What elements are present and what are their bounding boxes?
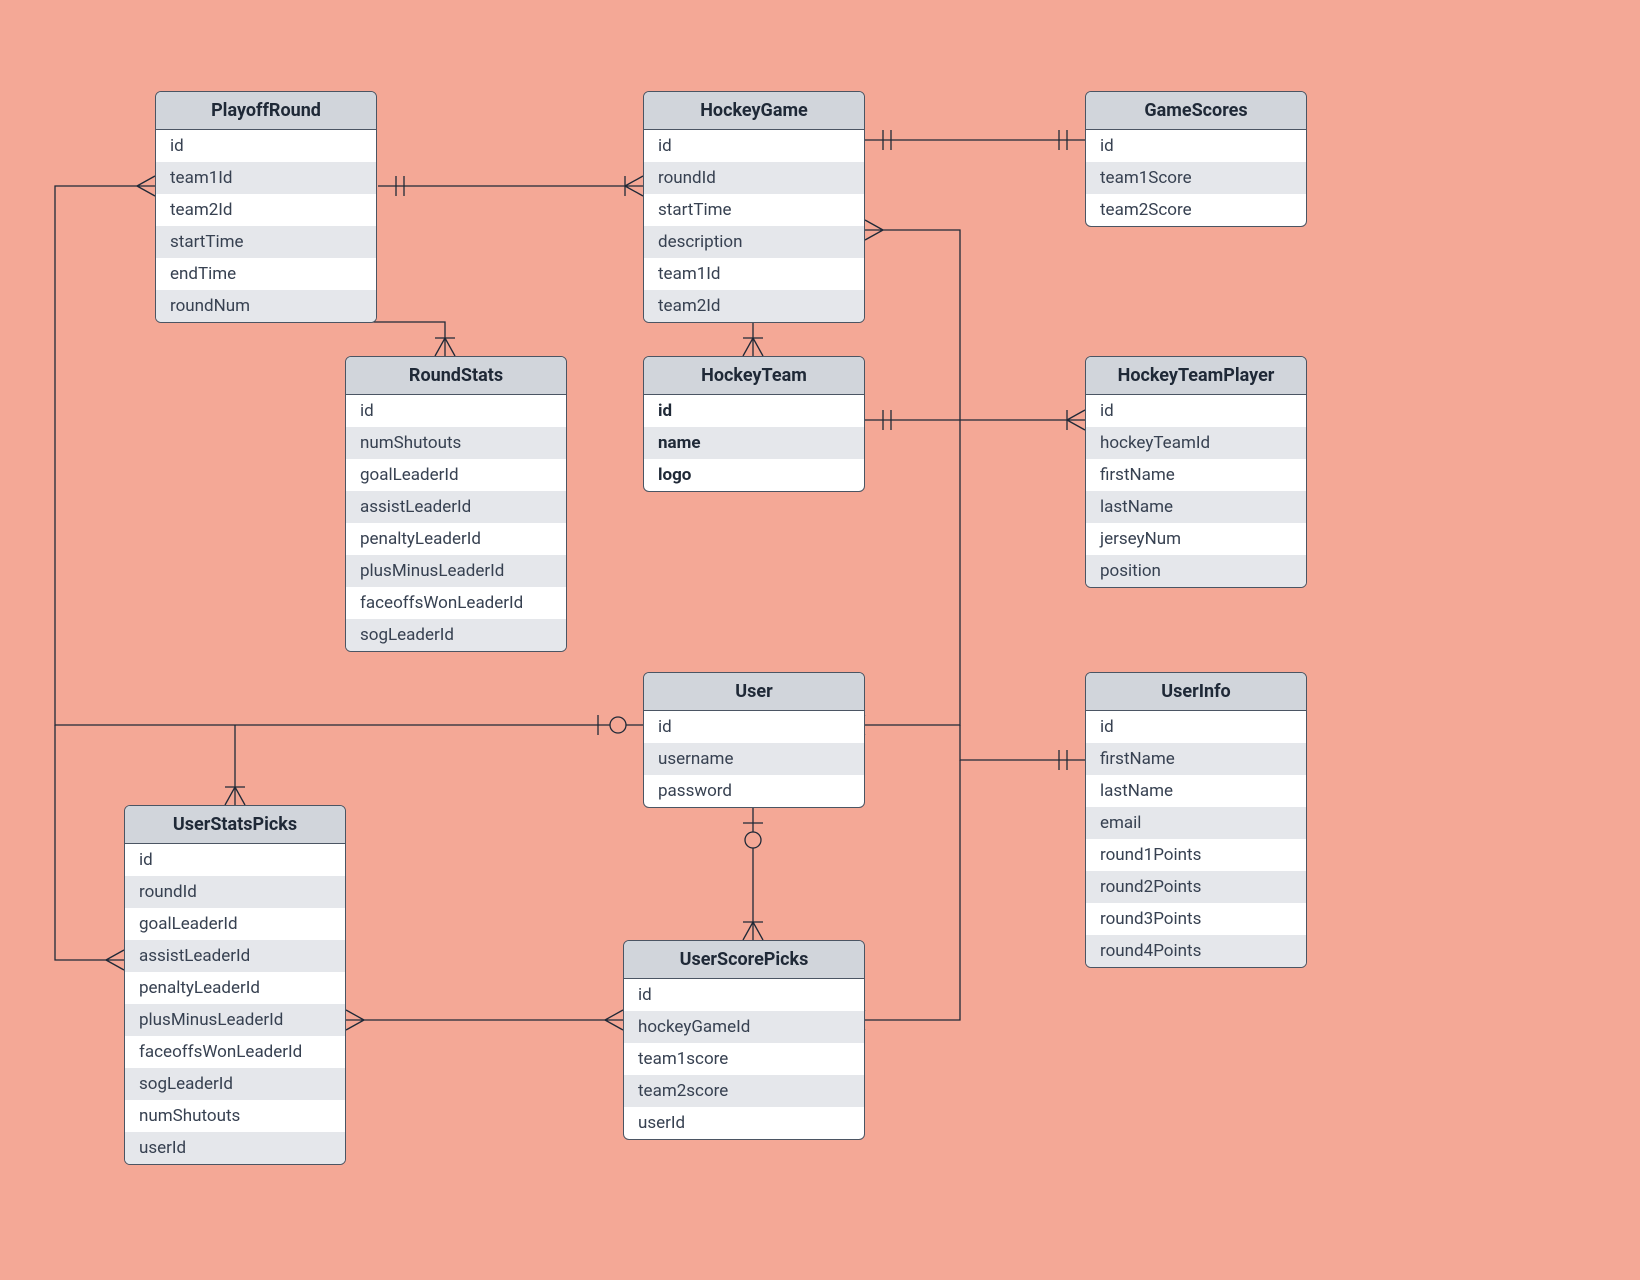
field: jerseyNum — [1086, 523, 1306, 555]
field: email — [1086, 807, 1306, 839]
entity-title: GameScores — [1086, 92, 1306, 130]
field: team2Id — [156, 194, 376, 226]
field: username — [644, 743, 864, 775]
rel-hockeygame-gamescores — [865, 130, 1085, 150]
field: goalLeaderId — [125, 908, 345, 940]
field: id — [624, 979, 864, 1011]
field: assistLeaderId — [125, 940, 345, 972]
field: team1score — [624, 1043, 864, 1075]
field: lastName — [1086, 491, 1306, 523]
field: roundId — [644, 162, 864, 194]
entity-gamescores[interactable]: GameScores id team1Score team2Score — [1085, 91, 1307, 227]
field: id — [1086, 130, 1306, 162]
entity-userscorepicks[interactable]: UserScorePicks id hockeyGameId team1scor… — [623, 940, 865, 1140]
entity-title: UserScorePicks — [624, 941, 864, 979]
field: team2Score — [1086, 194, 1306, 226]
field: round3Points — [1086, 903, 1306, 935]
entity-roundstats[interactable]: RoundStats id numShutouts goalLeaderId a… — [345, 356, 567, 652]
field: userId — [125, 1132, 345, 1164]
field: team2score — [624, 1075, 864, 1107]
field: endTime — [156, 258, 376, 290]
field: firstName — [1086, 459, 1306, 491]
entity-title: RoundStats — [346, 357, 566, 395]
entity-title: UserInfo — [1086, 673, 1306, 711]
rel-userstatspicks-userscorepicks — [346, 1010, 623, 1030]
field: id — [125, 844, 345, 876]
field: startTime — [644, 194, 864, 226]
field: team1Score — [1086, 162, 1306, 194]
field: round2Points — [1086, 871, 1306, 903]
rel-userstatspicks-top — [225, 725, 245, 805]
entity-userinfo[interactable]: UserInfo id firstName lastName email rou… — [1085, 672, 1307, 968]
entity-user[interactable]: User id username password — [643, 672, 865, 808]
field: roundNum — [156, 290, 376, 322]
field: id — [346, 395, 566, 427]
field: sogLeaderId — [125, 1068, 345, 1100]
field: goalLeaderId — [346, 459, 566, 491]
field: id — [644, 395, 864, 427]
field: assistLeaderId — [346, 491, 566, 523]
field: hockeyTeamId — [1086, 427, 1306, 459]
field: team2Id — [644, 290, 864, 322]
field: roundId — [125, 876, 345, 908]
field: id — [1086, 395, 1306, 427]
field: round1Points — [1086, 839, 1306, 871]
field: userId — [624, 1107, 864, 1139]
field: round4Points — [1086, 935, 1306, 967]
rel-user-branch — [847, 220, 1085, 770]
field: hockeyGameId — [624, 1011, 864, 1043]
entity-playoffround[interactable]: PlayoffRound id team1Id team2Id startTim… — [155, 91, 377, 323]
field: penaltyLeaderId — [125, 972, 345, 1004]
field: numShutouts — [346, 427, 566, 459]
field: plusMinusLeaderId — [125, 1004, 345, 1036]
entity-title: User — [644, 673, 864, 711]
entity-title: HockeyTeam — [644, 357, 864, 395]
field: team1Id — [156, 162, 376, 194]
field: id — [644, 130, 864, 162]
entity-title: UserStatsPicks — [125, 806, 345, 844]
field: password — [644, 775, 864, 807]
rel-user-userscorepicks — [743, 805, 763, 940]
rel-playoffround-hockeygame — [378, 176, 643, 196]
entity-title: HockeyTeamPlayer — [1086, 357, 1306, 395]
er-diagram-canvas: PlayoffRound id team1Id team2Id startTim… — [0, 0, 1640, 1280]
entity-title: HockeyGame — [644, 92, 864, 130]
field: position — [1086, 555, 1306, 587]
field: sogLeaderId — [346, 619, 566, 651]
entity-hockeyteamplayer[interactable]: HockeyTeamPlayer id hockeyTeamId firstNa… — [1085, 356, 1307, 588]
field: name — [644, 427, 864, 459]
field: numShutouts — [125, 1100, 345, 1132]
field: lastName — [1086, 775, 1306, 807]
rel-hockeyteam-hockeyteamplayer — [865, 410, 1085, 430]
field: id — [156, 130, 376, 162]
field: id — [1086, 711, 1306, 743]
field: faceoffsWonLeaderId — [346, 587, 566, 619]
entity-userstatspicks[interactable]: UserStatsPicks id roundId goalLeaderId a… — [124, 805, 346, 1165]
entity-hockeygame[interactable]: HockeyGame id roundId startTime descript… — [643, 91, 865, 323]
entity-title: PlayoffRound — [156, 92, 376, 130]
entity-hockeyteam[interactable]: HockeyTeam id name logo — [643, 356, 865, 492]
field: logo — [644, 459, 864, 491]
field: startTime — [156, 226, 376, 258]
field: plusMinusLeaderId — [346, 555, 566, 587]
field: penaltyLeaderId — [346, 523, 566, 555]
field: description — [644, 226, 864, 258]
field: firstName — [1086, 743, 1306, 775]
field: team1Id — [644, 258, 864, 290]
field: id — [644, 711, 864, 743]
field: faceoffsWonLeaderId — [125, 1036, 345, 1068]
